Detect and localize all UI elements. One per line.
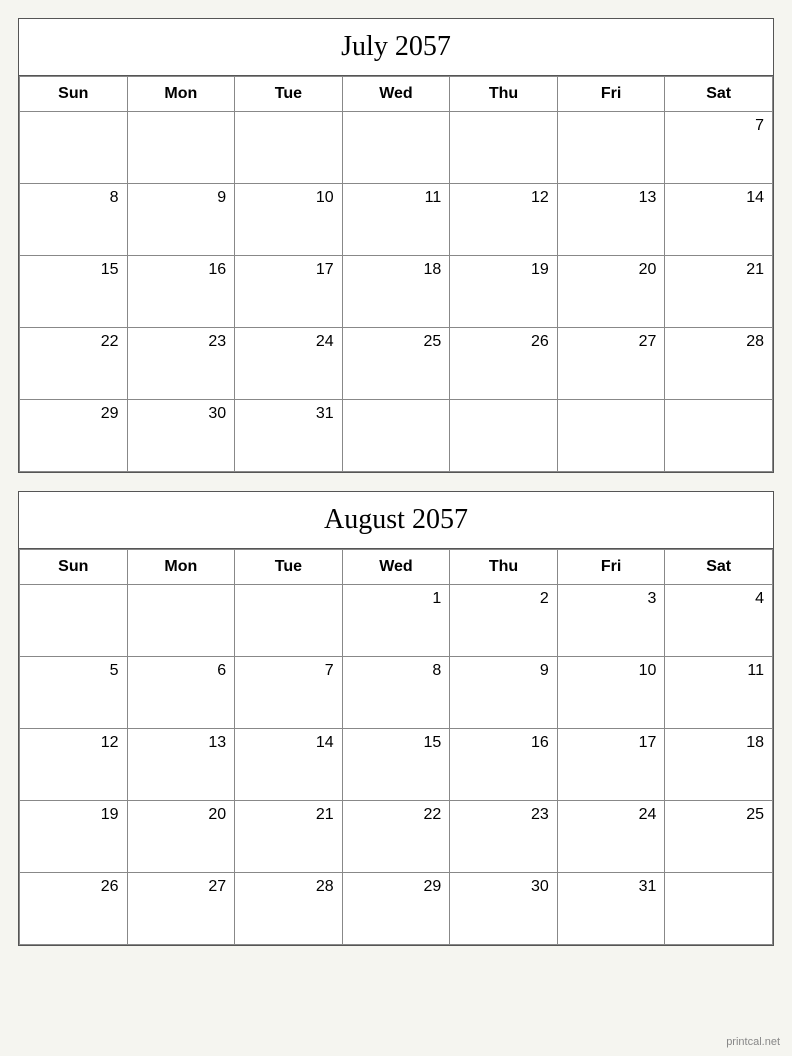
- table-row: 26: [450, 328, 558, 400]
- table-row: 25: [342, 328, 450, 400]
- august-calendar: August 2057 Sun Mon Tue Wed Thu Fri Sat …: [18, 491, 774, 946]
- header-wed: Wed: [342, 77, 450, 112]
- header-sat: Sat: [665, 550, 773, 585]
- table-row: 26: [20, 873, 128, 945]
- header-mon: Mon: [127, 550, 235, 585]
- table-row: 17: [557, 729, 665, 801]
- table-row: 19: [20, 801, 128, 873]
- july-title: July 2057: [19, 19, 773, 76]
- header-thu: Thu: [450, 550, 558, 585]
- table-row: 21: [235, 801, 343, 873]
- table-row: 21: [665, 256, 773, 328]
- table-row: 15: [20, 256, 128, 328]
- table-row: 24: [235, 328, 343, 400]
- table-row: 13: [557, 184, 665, 256]
- header-sat: Sat: [665, 77, 773, 112]
- table-row: 28: [665, 328, 773, 400]
- watermark: printcal.net: [726, 1036, 780, 1048]
- table-row: 20: [127, 801, 235, 873]
- august-title: August 2057: [19, 492, 773, 549]
- table-row: 9: [450, 657, 558, 729]
- header-sun: Sun: [20, 77, 128, 112]
- table-row: 10: [235, 184, 343, 256]
- table-row: 7: [665, 112, 773, 184]
- table-row: [20, 112, 128, 184]
- table-row: [450, 400, 558, 472]
- table-row: 6: [127, 657, 235, 729]
- table-row: 9: [127, 184, 235, 256]
- table-row: [557, 112, 665, 184]
- table-row: 5: [20, 657, 128, 729]
- table-row: [127, 585, 235, 657]
- table-row: 19: [450, 256, 558, 328]
- table-row: [235, 112, 343, 184]
- table-row: 12: [450, 184, 558, 256]
- table-row: 13: [127, 729, 235, 801]
- header-fri: Fri: [557, 550, 665, 585]
- table-row: 17: [235, 256, 343, 328]
- table-row: 8: [20, 184, 128, 256]
- table-row: 23: [127, 328, 235, 400]
- header-thu: Thu: [450, 77, 558, 112]
- table-row: 7: [235, 657, 343, 729]
- table-row: [665, 400, 773, 472]
- table-row: 11: [665, 657, 773, 729]
- table-row: [557, 400, 665, 472]
- table-row: 12: [20, 729, 128, 801]
- table-row: 14: [665, 184, 773, 256]
- table-row: 29: [20, 400, 128, 472]
- header-sun: Sun: [20, 550, 128, 585]
- table-row: 10: [557, 657, 665, 729]
- table-row: 15: [342, 729, 450, 801]
- header-tue: Tue: [235, 550, 343, 585]
- table-row: 16: [450, 729, 558, 801]
- table-row: 4: [665, 585, 773, 657]
- table-row: 8: [342, 657, 450, 729]
- table-row: [20, 585, 128, 657]
- table-row: 3: [557, 585, 665, 657]
- table-row: [450, 112, 558, 184]
- table-row: 25: [665, 801, 773, 873]
- table-row: 20: [557, 256, 665, 328]
- table-row: [342, 400, 450, 472]
- table-row: 28: [235, 873, 343, 945]
- table-row: 24: [557, 801, 665, 873]
- header-tue: Tue: [235, 77, 343, 112]
- table-row: [665, 873, 773, 945]
- table-row: 14: [235, 729, 343, 801]
- table-row: 2: [450, 585, 558, 657]
- table-row: 18: [342, 256, 450, 328]
- table-row: [342, 112, 450, 184]
- table-row: 30: [127, 400, 235, 472]
- table-row: 31: [557, 873, 665, 945]
- table-row: [127, 112, 235, 184]
- table-row: 23: [450, 801, 558, 873]
- table-row: 31: [235, 400, 343, 472]
- table-row: 1: [342, 585, 450, 657]
- table-row: 22: [20, 328, 128, 400]
- header-fri: Fri: [557, 77, 665, 112]
- table-row: 30: [450, 873, 558, 945]
- table-row: 29: [342, 873, 450, 945]
- header-wed: Wed: [342, 550, 450, 585]
- table-row: 11: [342, 184, 450, 256]
- july-calendar: July 2057 Sun Mon Tue Wed Thu Fri Sat 7 8…: [18, 18, 774, 473]
- table-row: [235, 585, 343, 657]
- table-row: 16: [127, 256, 235, 328]
- table-row: 27: [557, 328, 665, 400]
- table-row: 18: [665, 729, 773, 801]
- table-row: 22: [342, 801, 450, 873]
- header-mon: Mon: [127, 77, 235, 112]
- table-row: 27: [127, 873, 235, 945]
